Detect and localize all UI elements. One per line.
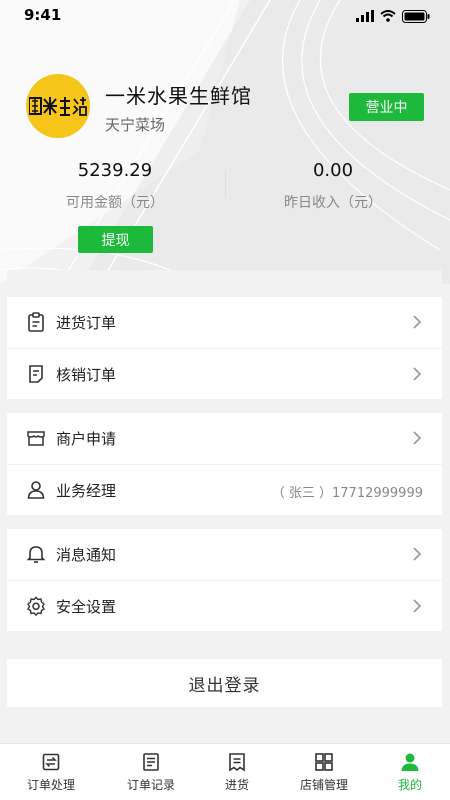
bell-icon [26,546,46,563]
tab-label: 店铺管理 [299,778,348,792]
business-status-button[interactable]: 营业中 [349,93,424,121]
menu-item-security-settings[interactable]: 安全设置 [7,580,442,631]
tab-label: 订单处理 [26,778,75,792]
status-time: 9:41 [24,6,62,24]
available-amount-label: 可用金额（元） [66,195,164,211]
header-decoration [0,0,450,284]
menu-item-account-manager[interactable]: 业务经理 （ 张三 ）17712999999 [7,464,442,515]
gear-icon [27,596,45,616]
tab-purchase[interactable]: 进货 [192,744,282,800]
menu-group-merchant: 商户申请 业务经理 （ 张三 ）17712999999 [7,413,442,515]
store-logo [26,74,90,138]
yesterday-income: 0.00 [312,160,354,181]
chevron-right-icon [413,431,422,445]
yesterday-income-label: 昨日收入（元） [284,195,382,211]
bottom-tab-bar: 订单处理 订单记录 进货 店铺管理 我的 [0,743,450,800]
tab-label: 我的 [397,778,422,792]
menu-group-orders: 进货订单 核销订单 [7,297,442,399]
menu-item-label: 进货订单 [56,314,117,332]
chevron-right-icon [413,315,422,329]
order-process-icon [42,753,60,771]
tab-label: 进货 [224,778,249,792]
wifi-icon [380,10,396,22]
menu-item-notifications[interactable]: 消息通知 [7,529,442,580]
menu-item-label: 核销订单 [56,366,117,384]
store-icon [27,431,45,446]
battery-icon [402,9,430,23]
tab-store-management[interactable]: 店铺管理 [279,744,369,800]
stats-divider [225,170,226,198]
person-icon [27,481,45,499]
clipboard-icon [28,312,44,332]
tab-mine[interactable]: 我的 [365,744,450,800]
menu-group-settings: 消息通知 安全设置 [7,529,442,631]
tab-order-records[interactable]: 订单记录 [106,744,196,800]
withdraw-button[interactable]: 提现 [78,226,153,253]
profile-header: 9:41 一米水果生鲜馆 天宁菜场 营业中 5239.29 可用金额（元） 0.… [0,0,450,284]
order-record-icon [143,753,159,771]
user-icon [401,753,419,771]
chevron-right-icon [413,367,422,381]
store-logo-mark [29,97,87,116]
store-location: 天宁菜场 [105,116,166,134]
chevron-right-icon [413,599,422,613]
logout-button[interactable]: 退出登录 [7,659,442,707]
available-amount: 5239.29 [77,160,153,181]
chevron-right-icon [413,547,422,561]
menu-item-redemption-orders[interactable]: 核销订单 [7,348,442,399]
menu-item-label: 安全设置 [56,598,117,616]
grid-icon [315,753,333,771]
menu-item-label: 业务经理 [56,482,117,500]
menu-item-label: 商户申请 [56,430,117,448]
menu-item-label: 消息通知 [56,546,117,564]
status-bar: 9:41 [0,0,450,32]
purchase-icon [229,753,245,772]
tab-label: 订单记录 [126,778,175,792]
signal-icon [356,10,374,22]
account-manager-contact: （ 张三 ）17712999999 [271,486,423,501]
store-name: 一米水果生鲜馆 [105,84,252,108]
menu-item-merchant-application[interactable]: 商户申请 [7,413,442,464]
document-icon [29,365,43,383]
menu-item-purchase-orders[interactable]: 进货订单 [7,297,442,348]
tab-order-processing[interactable]: 订单处理 [6,744,96,800]
status-icons [356,8,430,24]
